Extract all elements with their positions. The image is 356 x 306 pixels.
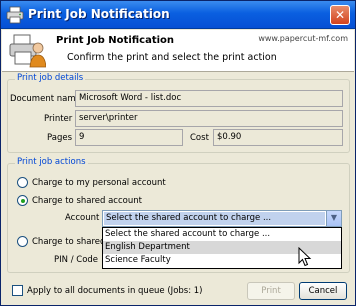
personal-account-radio[interactable] (17, 177, 28, 188)
pages-field: 9 (75, 129, 183, 146)
printer-label: Printer (44, 114, 73, 124)
account-select-value[interactable]: Select the shared account to charge ... (104, 212, 325, 225)
shared-account-radio[interactable] (17, 195, 28, 206)
mouse-cursor-icon (298, 247, 312, 267)
account-label: Account (65, 213, 100, 223)
apply-to-all-checkbox[interactable] (12, 285, 23, 296)
charge-to-shared-radio[interactable] (17, 236, 28, 247)
account-select-button[interactable]: ▼ (326, 211, 341, 226)
cost-label: Cost (190, 133, 209, 143)
pin-code-label: PIN / Code (54, 255, 99, 265)
print-button[interactable]: Print (247, 282, 295, 300)
printer-field: server\printer (75, 110, 343, 127)
window-title: Print Job Notification (28, 7, 170, 21)
personal-account-label[interactable]: Charge to my personal account (32, 178, 166, 188)
pages-label: Pages (47, 133, 73, 143)
printer-user-icon (9, 34, 46, 68)
cost-field: $0.90 (213, 129, 343, 146)
header-subtitle: Confirm the print and select the print a… (67, 52, 277, 63)
actions-legend: Print job actions (15, 157, 88, 167)
apply-to-all-label[interactable]: Apply to all documents in queue (Jobs: 1… (27, 286, 203, 296)
charge-to-shared-label[interactable]: Charge to shared (32, 237, 105, 247)
header-title: Print Job Notification (56, 35, 175, 46)
shared-account-label[interactable]: Charge to shared account (32, 196, 142, 206)
chevron-down-icon: ▼ (330, 213, 338, 222)
header-url: www.papercut-mf.com (258, 34, 348, 43)
close-icon: ✕ (334, 8, 346, 22)
account-select[interactable]: Select the shared account to charge ... … (102, 210, 342, 227)
dropdown-option[interactable]: Select the shared account to charge ... (103, 228, 341, 241)
document-name-field: Microsoft Word - list.doc (75, 90, 343, 107)
print-notification-window: Print Job Notification ✕ Print Job Notif… (0, 0, 356, 306)
title-bar[interactable]: Print Job Notification ✕ (1, 1, 355, 29)
printer-icon (6, 6, 24, 24)
details-legend: Print job details (15, 73, 86, 83)
header-panel: Print Job Notification www.papercut-mf.c… (2, 30, 354, 72)
document-name-label: Document name (10, 94, 81, 104)
cancel-button[interactable]: Cancel (299, 282, 347, 300)
close-button[interactable]: ✕ (330, 5, 350, 25)
